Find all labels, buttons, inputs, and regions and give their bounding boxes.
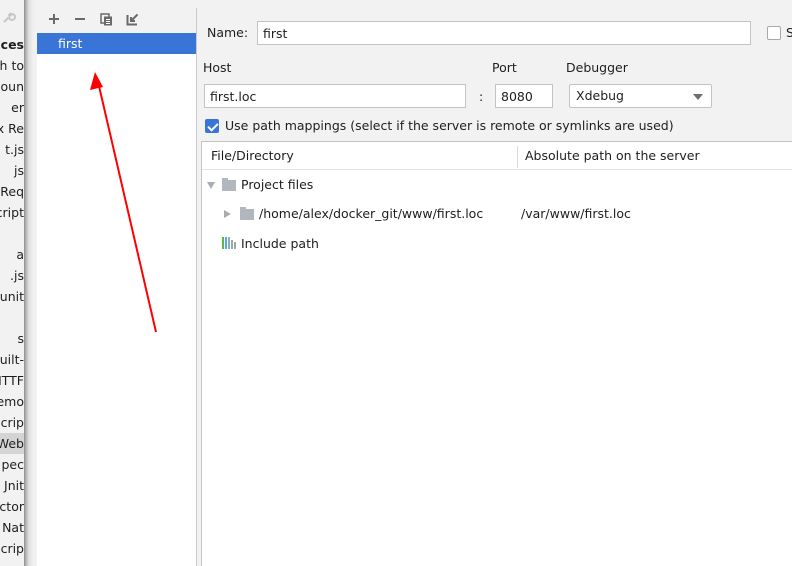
name-input[interactable] <box>257 21 751 45</box>
settings-tree-item[interactable]: Remo <box>0 391 24 412</box>
panel-shadow-divider <box>24 0 37 566</box>
settings-tree-item[interactable]: pec <box>0 454 25 475</box>
debugger-selected-value: Xdebug <box>576 88 624 103</box>
import-icon <box>126 13 138 25</box>
settings-tree-item[interactable]: er <box>0 97 24 118</box>
settings-tree-item[interactable]: actor <box>0 496 24 517</box>
host-label: Host <box>203 60 232 75</box>
column-header-server-path[interactable]: Absolute path on the server <box>525 142 700 170</box>
settings-tree-item[interactable]: Scrip <box>0 412 24 433</box>
server-path[interactable]: /var/www/first.loc <box>521 199 631 229</box>
settings-tree-item[interactable]: cript <box>0 202 24 223</box>
settings-tree-item[interactable]: ox Re <box>0 118 24 139</box>
settings-tree-item[interactable]: a <box>0 244 24 265</box>
settings-tree-item[interactable]: s <box>0 328 24 349</box>
row-label: Project files <box>241 177 314 192</box>
table-row-local-path[interactable]: /home/alex/docker_git/www/first.loc /var… <box>202 199 792 229</box>
settings-tree-item[interactable]: h to <box>0 55 24 76</box>
expand-arrow-icon[interactable] <box>207 182 215 189</box>
shared-label: S <box>786 25 792 40</box>
add-icon <box>49 14 59 24</box>
settings-tree-item[interactable]: unit <box>0 286 24 307</box>
local-path: /home/alex/docker_git/www/first.loc <box>259 206 484 221</box>
settings-tree-item[interactable]: poun <box>0 76 24 97</box>
table-header: File/Directory Absolute path on the serv… <box>202 142 792 170</box>
settings-tree-item[interactable]: HTTF <box>0 370 24 391</box>
shared-checkbox[interactable] <box>767 26 781 40</box>
settings-tree-item[interactable]: js <box>0 160 24 181</box>
use-path-mappings-label[interactable]: Use path mappings (select if the server … <box>225 118 674 133</box>
table-row-project-files[interactable]: Project files <box>202 170 792 200</box>
host-port-separator: : <box>479 89 484 104</box>
row-label: Include path <box>241 236 319 251</box>
server-list[interactable]: first <box>37 33 196 566</box>
table-row-include-path[interactable]: Include path <box>202 229 792 259</box>
debugger-select[interactable]: Xdebug <box>569 84 712 108</box>
library-icon <box>222 237 236 249</box>
port-input[interactable] <box>495 84 553 108</box>
use-path-mappings-checkbox[interactable] <box>205 119 219 133</box>
copy-icon <box>99 12 112 25</box>
column-separator[interactable] <box>517 146 518 168</box>
server-list-toolbar <box>37 8 145 30</box>
debugger-label: Debugger <box>566 60 628 75</box>
name-label: Name: <box>207 25 249 40</box>
wrench-icon <box>2 10 16 24</box>
add-server-button[interactable] <box>41 8 67 30</box>
settings-tree-item[interactable] <box>0 223 24 244</box>
folder-icon <box>222 178 236 191</box>
server-list-item[interactable]: first <box>37 33 196 54</box>
port-label: Port <box>492 60 517 75</box>
settings-tree-item[interactable]: ces <box>0 34 24 55</box>
settings-tree: cesh topounerox Ret.jsjsReqcript a.jsunit… <box>0 0 24 566</box>
chevron-down-icon <box>693 94 703 100</box>
remove-server-button[interactable] <box>67 8 93 30</box>
remove-icon <box>75 18 85 20</box>
settings-tree-item[interactable]: Built- <box>0 349 24 370</box>
settings-tree-item[interactable]: Jnit <box>0 475 24 496</box>
folder-icon <box>240 207 254 220</box>
collapse-arrow-icon[interactable] <box>224 210 231 218</box>
settings-tree-item[interactable]: Web <box>0 433 24 454</box>
settings-tree-item[interactable]: Scrip <box>0 538 24 559</box>
settings-tree-item[interactable] <box>0 307 24 328</box>
copy-server-button[interactable] <box>93 8 119 30</box>
host-input[interactable] <box>204 84 466 108</box>
server-list-panel: first <box>37 0 197 566</box>
column-header-file-directory[interactable]: File/Directory <box>211 142 294 170</box>
settings-tree-item[interactable]: Req <box>0 181 24 202</box>
server-config-form: Name: S Host : Port Debugger Xdebug Use … <box>197 0 792 566</box>
settings-tree-item[interactable]: .js <box>0 265 24 286</box>
import-server-button[interactable] <box>119 8 145 30</box>
settings-tree-item[interactable]: t.js <box>0 139 24 160</box>
path-mappings-table[interactable]: File/Directory Absolute path on the serv… <box>201 141 792 566</box>
settings-tree-item[interactable]: t Nat <box>0 517 24 538</box>
